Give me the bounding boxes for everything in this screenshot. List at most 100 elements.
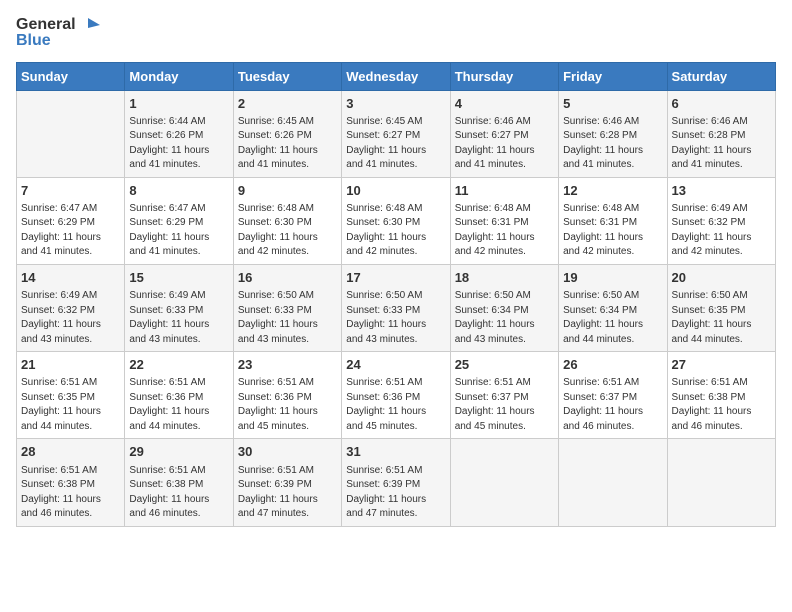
day-number: 18 <box>455 269 554 287</box>
day-number: 23 <box>238 356 337 374</box>
day-number: 9 <box>238 182 337 200</box>
cell-content: Sunrise: 6:50 AMSunset: 6:34 PMDaylight:… <box>563 289 662 347</box>
calendar-cell: 10 Sunrise: 6:48 AMSunset: 6:30 PMDayligh… <box>342 177 450 264</box>
calendar-cell: 12 Sunrise: 6:48 AMSunset: 6:31 PMDayligh… <box>559 177 667 264</box>
cell-content: Sunrise: 6:51 AMSunset: 6:39 PMDaylight:… <box>238 464 337 522</box>
calendar-cell: 26 Sunrise: 6:51 AMSunset: 6:37 PMDayligh… <box>559 352 667 439</box>
cell-content: Sunrise: 6:50 AMSunset: 6:35 PMDaylight:… <box>672 289 771 347</box>
day-number: 29 <box>129 443 228 461</box>
page-header: General Blue <box>16 16 776 50</box>
cell-content: Sunrise: 6:46 AMSunset: 6:27 PMDaylight:… <box>455 115 554 173</box>
cell-content: Sunrise: 6:48 AMSunset: 6:31 PMDaylight:… <box>563 202 662 260</box>
day-number: 7 <box>21 182 120 200</box>
day-number: 1 <box>129 95 228 113</box>
calendar-day-header: Saturday <box>667 62 775 90</box>
calendar-cell: 9Sunrise: 6:48 AMSunset: 6:30 PMDaylight… <box>233 177 341 264</box>
calendar-cell <box>667 439 775 526</box>
day-number: 30 <box>238 443 337 461</box>
day-number: 6 <box>672 95 771 113</box>
calendar-cell: 2 Sunrise: 6:45 AMSunset: 6:26 PMDaylight… <box>233 90 341 177</box>
calendar-cell: 20 Sunrise: 6:50 AMSunset: 6:35 PMDayligh… <box>667 264 775 351</box>
calendar-week-row: 14 Sunrise: 6:49 AMSunset: 6:32 PMDayligh… <box>17 264 776 351</box>
day-number: 27 <box>672 356 771 374</box>
cell-content: Sunrise: 6:44 AMSunset: 6:26 PMDaylight:… <box>129 115 228 173</box>
calendar-cell <box>450 439 558 526</box>
calendar-cell: 16 Sunrise: 6:50 AMSunset: 6:33 PMDayligh… <box>233 264 341 351</box>
calendar-cell: 22 Sunrise: 6:51 AMSunset: 6:36 PMDayligh… <box>125 352 233 439</box>
cell-content: Sunrise: 6:48 AMSunset: 6:30 PMDaylight:… <box>346 202 445 260</box>
day-number: 17 <box>346 269 445 287</box>
cell-content: Sunrise: 6:49 AMSunset: 6:32 PMDaylight:… <box>21 289 120 347</box>
cell-content: Sunrise: 6:45 AMSunset: 6:27 PMDaylight:… <box>346 115 445 173</box>
calendar-week-row: 7 Sunrise: 6:47 AMSunset: 6:29 PMDaylight… <box>17 177 776 264</box>
calendar-cell: 3 Sunrise: 6:45 AMSunset: 6:27 PMDaylight… <box>342 90 450 177</box>
calendar-cell: 24Sunrise: 6:51 AMSunset: 6:36 PMDayligh… <box>342 352 450 439</box>
calendar-cell: 4 Sunrise: 6:46 AMSunset: 6:27 PMDaylight… <box>450 90 558 177</box>
calendar-table: SundayMondayTuesdayWednesdayThursdayFrid… <box>16 62 776 527</box>
calendar-cell: 18 Sunrise: 6:50 AMSunset: 6:34 PMDayligh… <box>450 264 558 351</box>
logo-blue: Blue <box>16 32 100 50</box>
day-number: 26 <box>563 356 662 374</box>
cell-content: Sunrise: 6:51 AMSunset: 6:36 PMDaylight:… <box>238 376 337 434</box>
calendar-cell: 15Sunrise: 6:49 AMSunset: 6:33 PMDayligh… <box>125 264 233 351</box>
logo: General Blue <box>16 16 100 50</box>
logo-container: General Blue <box>16 16 100 50</box>
calendar-cell: 6 Sunrise: 6:46 AMSunset: 6:28 PMDaylight… <box>667 90 775 177</box>
day-number: 11 <box>455 182 554 200</box>
calendar-cell: 14 Sunrise: 6:49 AMSunset: 6:32 PMDayligh… <box>17 264 125 351</box>
cell-content: Sunrise: 6:47 AMSunset: 6:29 PMDaylight:… <box>21 202 120 260</box>
day-number: 3 <box>346 95 445 113</box>
cell-content: Sunrise: 6:50 AMSunset: 6:33 PMDaylight:… <box>346 289 445 347</box>
calendar-cell: 19 Sunrise: 6:50 AMSunset: 6:34 PMDayligh… <box>559 264 667 351</box>
day-number: 10 <box>346 182 445 200</box>
cell-content: Sunrise: 6:50 AMSunset: 6:34 PMDaylight:… <box>455 289 554 347</box>
day-number: 12 <box>563 182 662 200</box>
day-number: 2 <box>238 95 337 113</box>
cell-content: Sunrise: 6:51 AMSunset: 6:39 PMDaylight:… <box>346 464 445 522</box>
calendar-body: 1 Sunrise: 6:44 AMSunset: 6:26 PMDaylight… <box>17 90 776 526</box>
cell-content: Sunrise: 6:51 AMSunset: 6:37 PMDaylight:… <box>563 376 662 434</box>
day-number: 22 <box>129 356 228 374</box>
cell-content: Sunrise: 6:45 AMSunset: 6:26 PMDaylight:… <box>238 115 337 173</box>
calendar-cell: 8Sunrise: 6:47 AMSunset: 6:29 PMDaylight… <box>125 177 233 264</box>
calendar-week-row: 1 Sunrise: 6:44 AMSunset: 6:26 PMDaylight… <box>17 90 776 177</box>
calendar-cell: 29 Sunrise: 6:51 AMSunset: 6:38 PMDayligh… <box>125 439 233 526</box>
cell-content: Sunrise: 6:51 AMSunset: 6:38 PMDaylight:… <box>21 464 120 522</box>
calendar-cell: 1 Sunrise: 6:44 AMSunset: 6:26 PMDaylight… <box>125 90 233 177</box>
calendar-cell: 28 Sunrise: 6:51 AMSunset: 6:38 PMDayligh… <box>17 439 125 526</box>
cell-content: Sunrise: 6:51 AMSunset: 6:38 PMDaylight:… <box>672 376 771 434</box>
calendar-cell: 27 Sunrise: 6:51 AMSunset: 6:38 PMDayligh… <box>667 352 775 439</box>
calendar-cell: 17 Sunrise: 6:50 AMSunset: 6:33 PMDayligh… <box>342 264 450 351</box>
day-number: 4 <box>455 95 554 113</box>
calendar-cell: 31 Sunrise: 6:51 AMSunset: 6:39 PMDayligh… <box>342 439 450 526</box>
calendar-cell: 13 Sunrise: 6:49 AMSunset: 6:32 PMDayligh… <box>667 177 775 264</box>
cell-content: Sunrise: 6:49 AMSunset: 6:33 PMDaylight:… <box>129 289 228 347</box>
day-number: 16 <box>238 269 337 287</box>
cell-content: Sunrise: 6:46 AMSunset: 6:28 PMDaylight:… <box>672 115 771 173</box>
cell-content: Sunrise: 6:46 AMSunset: 6:28 PMDaylight:… <box>563 115 662 173</box>
calendar-cell: 11 Sunrise: 6:48 AMSunset: 6:31 PMDayligh… <box>450 177 558 264</box>
cell-content: Sunrise: 6:51 AMSunset: 6:38 PMDaylight:… <box>129 464 228 522</box>
day-number: 28 <box>21 443 120 461</box>
calendar-day-header: Thursday <box>450 62 558 90</box>
calendar-cell: 7 Sunrise: 6:47 AMSunset: 6:29 PMDaylight… <box>17 177 125 264</box>
calendar-cell <box>17 90 125 177</box>
cell-content: Sunrise: 6:51 AMSunset: 6:36 PMDaylight:… <box>129 376 228 434</box>
day-number: 13 <box>672 182 771 200</box>
cell-content: Sunrise: 6:51 AMSunset: 6:35 PMDaylight:… <box>21 376 120 434</box>
cell-content: Sunrise: 6:49 AMSunset: 6:32 PMDaylight:… <box>672 202 771 260</box>
day-number: 20 <box>672 269 771 287</box>
calendar-day-header: Wednesday <box>342 62 450 90</box>
cell-content: Sunrise: 6:50 AMSunset: 6:33 PMDaylight:… <box>238 289 337 347</box>
calendar-cell <box>559 439 667 526</box>
day-number: 14 <box>21 269 120 287</box>
day-number: 21 <box>21 356 120 374</box>
day-number: 19 <box>563 269 662 287</box>
calendar-cell: 23 Sunrise: 6:51 AMSunset: 6:36 PMDayligh… <box>233 352 341 439</box>
cell-content: Sunrise: 6:47 AMSunset: 6:29 PMDaylight:… <box>129 202 228 260</box>
cell-content: Sunrise: 6:48 AMSunset: 6:31 PMDaylight:… <box>455 202 554 260</box>
calendar-week-row: 21 Sunrise: 6:51 AMSunset: 6:35 PMDayligh… <box>17 352 776 439</box>
day-number: 31 <box>346 443 445 461</box>
day-number: 5 <box>563 95 662 113</box>
calendar-day-header: Friday <box>559 62 667 90</box>
